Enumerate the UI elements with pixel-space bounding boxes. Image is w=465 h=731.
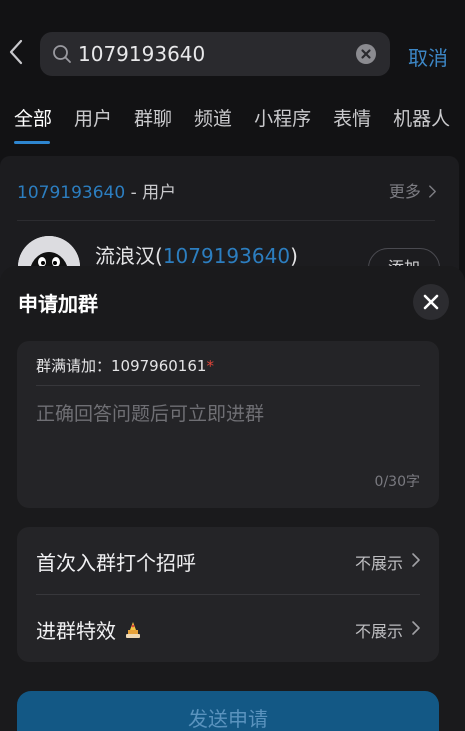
join-effect-option-value: 不展示 xyxy=(354,622,403,641)
greeting-option-value: 不展示 xyxy=(354,554,403,573)
more-results-button[interactable]: 更多 xyxy=(389,178,437,202)
tab-users[interactable]: 用户 xyxy=(74,100,112,144)
send-request-button[interactable]: 发送申请 xyxy=(17,691,439,731)
tab-bots[interactable]: 机器人 xyxy=(393,100,450,144)
tab-stickers[interactable]: 表情 xyxy=(333,100,371,144)
search-box[interactable] xyxy=(40,32,390,76)
user-name-prefix: 流浪汉( xyxy=(95,244,163,268)
clear-search-button[interactable] xyxy=(356,44,376,64)
cancel-button[interactable]: 取消 xyxy=(408,42,448,71)
question-text: 群满请加：1097960161 xyxy=(36,357,207,375)
tab-groups[interactable]: 群聊 xyxy=(134,100,172,144)
user-name[interactable]: 流浪汉(1079193640) xyxy=(95,240,298,269)
close-sheet-button[interactable] xyxy=(413,284,449,320)
divider xyxy=(36,385,420,386)
more-label: 更多 xyxy=(388,182,421,201)
greeting-option-label: 首次入群打个招呼 xyxy=(36,551,196,575)
char-counter: 0/30字 xyxy=(374,474,420,490)
search-category-tabs: 全部 用户 群聊 频道 小程序 表情 机器人 xyxy=(0,100,465,146)
result-section-header: 1079193640 - 用户 xyxy=(17,178,176,203)
search-icon xyxy=(53,45,71,63)
greeting-option-row[interactable]: 首次入群打个招呼 不展示 xyxy=(17,527,439,594)
tab-mini-programs[interactable]: 小程序 xyxy=(254,100,311,144)
firework-effect-icon xyxy=(126,622,141,638)
tab-all[interactable]: 全部 xyxy=(14,100,52,144)
join-effect-label-text: 进群特效 xyxy=(36,619,116,643)
back-arrow-icon[interactable] xyxy=(8,38,24,66)
chevron-right-icon xyxy=(412,553,420,567)
join-effect-option-label: 进群特效 xyxy=(36,615,142,644)
required-mark: * xyxy=(206,357,214,375)
clear-x-icon xyxy=(361,49,371,59)
join-question-label: 群满请加：1097960161* xyxy=(36,355,214,376)
divider xyxy=(17,220,435,221)
result-type-label: - 用户 xyxy=(125,183,177,203)
close-icon xyxy=(423,294,439,310)
join-effect-option-row[interactable]: 进群特效 不展示 xyxy=(17,595,439,662)
search-header: 取消 xyxy=(0,0,465,100)
join-group-sheet: 申请加群 群满请加：1097960161* 0/30字 首次入群打个招呼 不展示… xyxy=(0,266,465,731)
tab-channels[interactable]: 频道 xyxy=(194,100,232,144)
chevron-right-icon xyxy=(412,621,420,635)
user-name-suffix: ) xyxy=(290,244,298,268)
result-query-text: 1079193640 xyxy=(17,183,126,203)
join-question-card: 群满请加：1097960161* 0/30字 xyxy=(17,341,439,508)
answer-input[interactable] xyxy=(36,399,420,469)
sheet-title: 申请加群 xyxy=(18,292,98,316)
join-options-card: 首次入群打个招呼 不展示 进群特效 不展示 xyxy=(17,527,439,662)
chevron-right-icon xyxy=(429,185,436,198)
search-input[interactable] xyxy=(78,32,348,76)
user-name-highlight: 1079193640 xyxy=(162,244,291,268)
